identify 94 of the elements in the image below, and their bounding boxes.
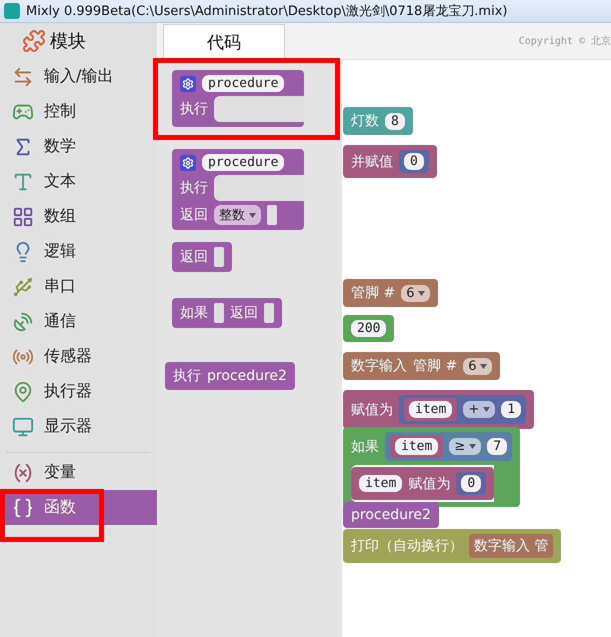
code-block[interactable]: 0 [456, 472, 486, 495]
braces-icon [12, 496, 34, 518]
sidebar-item[interactable]: 数学 [4, 129, 157, 164]
sidebar-item[interactable]: 显示器 [4, 409, 157, 444]
code-block[interactable]: 0 [399, 150, 429, 173]
monitor-icon [12, 416, 34, 438]
sidebar-item[interactable]: 数组 [4, 199, 157, 234]
block-label: 返回 [230, 304, 258, 322]
block-dropdown[interactable]: ≥ [449, 438, 482, 455]
sidebar-item[interactable]: 逻辑 [4, 234, 157, 269]
app-icon [4, 3, 20, 19]
code-block[interactable]: 如果 item ≥ 7 item 赋值为 0 [343, 427, 520, 507]
block-label: 数字输入 管 [474, 537, 548, 555]
block-field[interactable]: 8 [385, 112, 405, 130]
code-block[interactable]: 赋值为 item + 1 [343, 390, 534, 429]
block-label: 打印（自动换行） [351, 537, 463, 555]
block-dropdown[interactable]: 整数 [214, 205, 261, 225]
block-label: 管脚 # [351, 284, 396, 302]
sidebar-item[interactable]: 传感器 [4, 339, 157, 374]
copyright-text: Copyright © 北京 [518, 34, 611, 48]
code-block[interactable]: 返回 [172, 242, 232, 272]
sidebar-item[interactable]: 控制 [4, 94, 157, 129]
block-label: 执行 [180, 179, 208, 197]
block-label: 并赋值 [351, 152, 393, 170]
block-field[interactable]: item [359, 475, 402, 492]
sidebar-item[interactable]: 输入/输出 [4, 59, 157, 94]
gear-icon[interactable] [180, 76, 196, 92]
code-block[interactable]: 打印（自动换行） 数字输入 管 [343, 529, 562, 563]
sidebar-item[interactable]: 执行器 [4, 374, 157, 409]
block-label: 返回 [180, 248, 208, 266]
code-block[interactable]: item ≥ 7 [385, 432, 512, 461]
code-block[interactable]: 如果 返回 [172, 298, 282, 328]
block-field[interactable]: 0 [404, 153, 424, 170]
block-field[interactable]: 200 [351, 320, 386, 337]
block-field[interactable]: 1 [501, 401, 522, 418]
code-block[interactable]: 并赋值 0 [343, 145, 437, 178]
sidebar-item[interactable]: 文本 [4, 164, 157, 199]
tab[interactable]: 代码 [163, 24, 285, 59]
sidebar-item[interactable]: 通信 [4, 304, 157, 339]
caret-icon [480, 364, 488, 368]
code-block[interactable]: item [404, 398, 458, 421]
code-block[interactable]: 数字输入 管 [469, 534, 554, 558]
block-label: procedure2 [351, 507, 431, 523]
code-block[interactable]: 灯数 8 [343, 107, 413, 135]
code-block[interactable]: procedure 执行 [172, 70, 304, 127]
input-socket [264, 303, 274, 323]
block-label: 如果 [180, 304, 208, 322]
grid-icon [12, 206, 34, 228]
variable-icon [12, 462, 34, 484]
input-socket [214, 247, 224, 267]
code-block[interactable]: item 赋值为 0 [351, 467, 494, 500]
caret-icon [418, 290, 426, 296]
block-field[interactable]: item [395, 438, 438, 455]
block-dropdown[interactable]: 6 [401, 284, 430, 302]
gear-icon[interactable] [180, 154, 196, 170]
caret-icon [249, 212, 256, 218]
caret-icon [483, 407, 490, 412]
block-field[interactable]: item [409, 401, 452, 418]
code-block[interactable]: 管脚 # 6 [343, 279, 438, 307]
block-label: 赋值为 [351, 400, 393, 418]
code-block[interactable]: item [390, 435, 444, 458]
block-label: 数字输入 [351, 357, 407, 375]
block-dropdown[interactable]: + [463, 401, 496, 418]
block-label: 管脚 # [413, 357, 458, 375]
block-label: procedure2 [207, 368, 287, 384]
usb-icon [12, 276, 34, 298]
code-block[interactable]: procedure2 [343, 502, 439, 528]
sidebar-item[interactable]: 串口 [4, 269, 157, 304]
block-dropdown[interactable]: 6 [463, 358, 492, 374]
code-block[interactable]: 数字输入 管脚 # 6 [343, 352, 500, 380]
caret-icon [469, 444, 476, 449]
code-block[interactable]: item + 1 [399, 395, 526, 424]
satellite-dish-icon [12, 310, 34, 332]
window-title: Mixly 0.999Beta(C:\Users\Administrator\Desktop\激光剑\0718屠龙宝刀.mix) [26, 3, 508, 20]
block-label: 灯数 [351, 112, 379, 130]
block-field[interactable]: procedure [202, 154, 284, 171]
sidebar-title: 模块 [50, 30, 86, 53]
block-label: 执行 [180, 100, 208, 118]
block-label: 返回 [180, 206, 208, 224]
input-socket [267, 205, 277, 225]
code-block[interactable]: 200 [343, 315, 394, 342]
block-label: 执行 [173, 367, 201, 385]
block-field[interactable]: 7 [487, 438, 508, 455]
block-field[interactable]: 0 [461, 475, 482, 492]
block-field[interactable]: procedure [202, 75, 284, 92]
input-socket [214, 303, 224, 323]
arrows-icon [12, 66, 34, 88]
pin-icon [12, 380, 34, 402]
sidebar-item[interactable]: 变量 [4, 455, 157, 490]
code-block[interactable]: procedure 执行 返回 整数 [172, 149, 304, 230]
puzzle-icon [22, 29, 46, 53]
code-block[interactable]: 执行 procedure2 [165, 362, 295, 390]
block-label: 如果 [351, 438, 379, 456]
block-label: 赋值为 [408, 474, 450, 492]
